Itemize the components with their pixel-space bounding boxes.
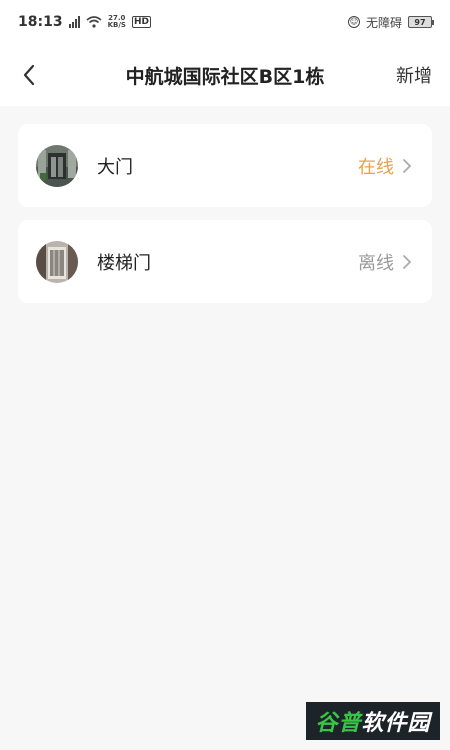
watermark-part2: 软件园 — [361, 711, 431, 736]
network-speed: 27.0 KB/S — [108, 15, 126, 29]
page: 18:13 27.0 KB/S HD ☺ 无障碍 97 中航城国际社区B区1栋 … — [0, 0, 450, 750]
door-status-badge: 在线 — [358, 156, 394, 178]
door-photo-icon — [36, 144, 78, 187]
door-name: 楼梯门 — [97, 252, 151, 274]
door-list: 大门 在线 楼梯门 离线 — [18, 124, 432, 316]
header: 中航城国际社区B区1栋 新增 — [0, 44, 450, 106]
chevron-right-icon — [402, 254, 414, 270]
status-bar: 18:13 27.0 KB/S HD ☺ 无障碍 97 — [0, 0, 450, 44]
status-right: ☺ 无障碍 97 — [347, 14, 434, 31]
door-name: 大门 — [97, 156, 133, 178]
chevron-right-icon — [402, 158, 414, 174]
wifi-icon — [86, 16, 102, 28]
door-item-stair-door[interactable]: 楼梯门 离线 — [18, 220, 432, 303]
door-item-main-gate[interactable]: 大门 在线 — [18, 124, 432, 207]
add-button[interactable]: 新增 — [396, 44, 432, 106]
page-title: 中航城国际社区B区1栋 — [125, 65, 325, 88]
status-time: 18:13 — [18, 14, 63, 30]
door-status-badge: 离线 — [358, 252, 394, 274]
hd-icon: HD — [131, 16, 151, 28]
door-avatar — [36, 240, 78, 283]
signal-icon — [68, 16, 80, 28]
status-left: 18:13 27.0 KB/S HD — [18, 14, 151, 30]
network-speed-unit: KB/S — [107, 21, 126, 29]
accessibility-icon: ☺ — [347, 16, 360, 28]
watermark-logo: 谷普 软件园 — [306, 702, 440, 740]
door-photo-icon — [36, 240, 78, 283]
battery-icon: 97 — [408, 16, 434, 28]
watermark-part1: 谷普 — [315, 711, 362, 736]
accessibility-label: 无障碍 — [365, 15, 402, 30]
battery-level: 97 — [414, 17, 426, 27]
back-button[interactable] — [10, 56, 48, 94]
door-avatar — [36, 144, 78, 187]
chevron-left-icon — [23, 64, 35, 86]
